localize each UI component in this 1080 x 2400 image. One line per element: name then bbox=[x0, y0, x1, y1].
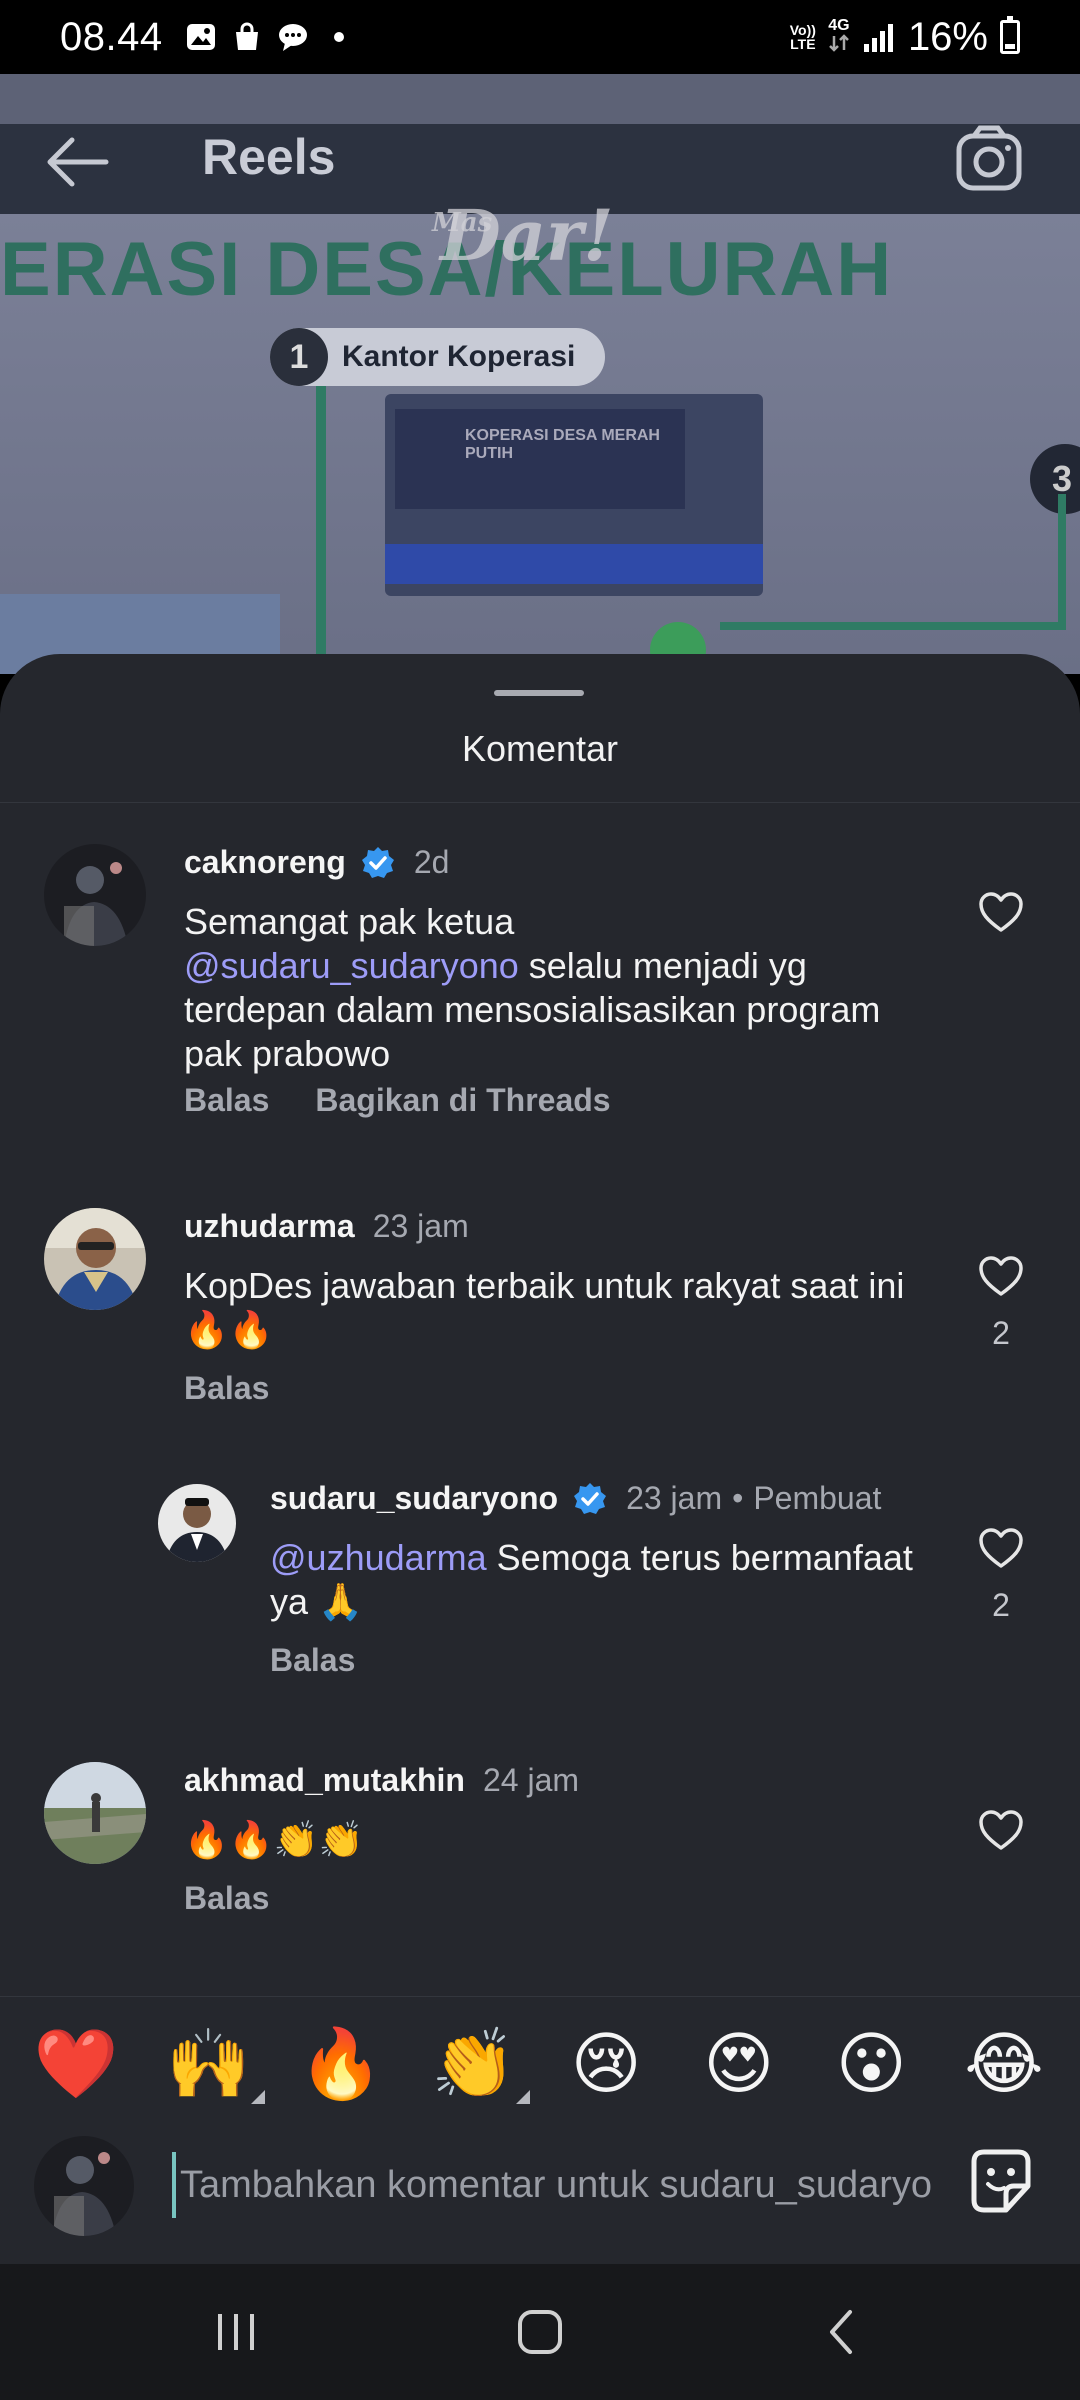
reaction-fire[interactable]: 🔥 bbox=[295, 2024, 387, 2104]
skin-tone-indicator bbox=[250, 2089, 265, 2104]
comment-time: 24 jam bbox=[482, 1762, 580, 1798]
comment-header: uzhudarma 23 jam bbox=[184, 1208, 469, 1245]
skin-tone-indicator bbox=[515, 2089, 530, 2104]
video-watermark: Mas Dar! bbox=[432, 194, 614, 277]
battery-percent: 16% bbox=[907, 14, 988, 59]
video-step-label: Kantor Koperasi bbox=[342, 340, 576, 373]
status-time: 08.44 bbox=[60, 14, 163, 59]
like-button[interactable] bbox=[977, 890, 1025, 939]
like-button[interactable] bbox=[977, 1808, 1025, 1857]
comment-text: KopDes jawaban terbaik untuk rakyat saat… bbox=[184, 1265, 905, 1350]
comment-username[interactable]: uzhudarma bbox=[184, 1208, 355, 1245]
reaction-heart[interactable]: ❤️ bbox=[30, 2024, 122, 2104]
comment-username[interactable]: sudaru_sudaryono bbox=[270, 1480, 558, 1517]
avatar[interactable] bbox=[44, 844, 146, 946]
divider bbox=[0, 802, 1080, 803]
comment-header: sudaru_sudaryono 23 jam • Pembuat bbox=[270, 1480, 881, 1517]
mention-link[interactable]: @uzhudarma bbox=[270, 1537, 487, 1578]
gallery-notification-icon bbox=[186, 24, 215, 50]
video-line bbox=[1058, 494, 1066, 630]
network-type-icon: 4G bbox=[828, 17, 850, 57]
avatar[interactable] bbox=[44, 1208, 146, 1310]
shopping-bag-icon bbox=[235, 22, 258, 50]
volte-icon: Vo)) LTE bbox=[789, 22, 816, 52]
reaction-heart-eyes[interactable]: 😍 bbox=[693, 2024, 785, 2104]
reply-button[interactable]: Balas bbox=[184, 1370, 269, 1407]
comment-actions: Balas bbox=[270, 1642, 355, 1679]
more-notifications-dot-icon bbox=[333, 32, 344, 42]
creator-label: Pembuat bbox=[753, 1480, 882, 1516]
sheet-drag-handle[interactable] bbox=[494, 690, 584, 696]
share-threads-button[interactable]: Bagikan di Threads bbox=[315, 1082, 610, 1119]
video-line bbox=[720, 622, 1060, 630]
sticker-icon[interactable] bbox=[966, 2146, 1036, 2216]
heart-outline-icon bbox=[979, 1528, 1023, 1568]
reels-header: Reels bbox=[0, 120, 1080, 204]
video-step-number: 1 bbox=[270, 328, 328, 386]
reply-button[interactable]: Balas bbox=[184, 1082, 269, 1119]
reply-button[interactable]: Balas bbox=[184, 1880, 269, 1917]
comment-header: caknoreng 2d bbox=[184, 844, 449, 881]
comment-actions: Balas bbox=[184, 1370, 269, 1407]
comment-username[interactable]: akhmad_mutakhin bbox=[184, 1762, 465, 1799]
page-title: Reels bbox=[202, 129, 336, 185]
status-bar: 08.44 Vo)) LTE 4G 16% bbox=[0, 0, 1080, 74]
video-store-sign: KOPERASI DESA MERAH PUTIH bbox=[395, 409, 685, 509]
comment-time: 2d bbox=[413, 844, 450, 880]
comment-actions: Balas Bagikan di Threads bbox=[184, 1082, 611, 1119]
reaction-raised-hands[interactable]: 🙌 bbox=[163, 2024, 265, 2104]
comment-text: Semangat pak ketua @sudaru_sudaryono sel… bbox=[184, 901, 881, 1074]
comment-actions: Balas bbox=[184, 1880, 269, 1917]
reaction-crying[interactable]: 😢 bbox=[560, 2024, 652, 2104]
like-count: 2 bbox=[992, 1587, 1010, 1623]
camera-icon[interactable] bbox=[954, 124, 1024, 194]
home-icon[interactable] bbox=[500, 2302, 580, 2362]
heart-outline-icon bbox=[979, 1810, 1023, 1850]
notification-icons bbox=[185, 21, 355, 53]
comment-username[interactable]: caknoreng bbox=[184, 844, 346, 881]
heart-outline-icon bbox=[979, 892, 1023, 932]
reaction-laughing[interactable]: 😂 bbox=[958, 2024, 1050, 2104]
separator: • bbox=[732, 1480, 744, 1516]
avatar[interactable] bbox=[158, 1484, 236, 1562]
avatar bbox=[34, 2136, 134, 2236]
signal-strength-icon bbox=[863, 24, 893, 52]
comment-input-row bbox=[0, 2130, 1080, 2264]
video-store-stripe bbox=[385, 544, 763, 584]
nav-back-icon[interactable] bbox=[804, 2302, 884, 2362]
system-nav-bar bbox=[0, 2264, 1080, 2400]
comment-time: 23 jam bbox=[626, 1480, 723, 1516]
comment-time: 23 jam bbox=[372, 1208, 469, 1244]
video-line bbox=[316, 374, 326, 674]
mention-link[interactable]: @sudaru_sudaryono bbox=[184, 945, 519, 986]
reaction-clap[interactable]: 👏 bbox=[428, 2024, 530, 2104]
like-button[interactable]: 2 bbox=[977, 1254, 1025, 1352]
comment-text: @uzhudarma Semoga terus bermanfaat ya 🙏 bbox=[270, 1537, 913, 1622]
reply-button[interactable]: Balas bbox=[270, 1642, 355, 1679]
quick-reactions-bar: ❤️ 🙌 🔥 👏 😢 😍 😮 😂 bbox=[0, 1996, 1080, 2130]
comment-header: akhmad_mutakhin 24 jam bbox=[184, 1762, 579, 1799]
status-right: Vo)) LTE 4G 16% bbox=[790, 15, 1020, 60]
verified-badge-icon bbox=[361, 846, 394, 878]
back-arrow-icon[interactable] bbox=[44, 130, 112, 194]
battery-icon bbox=[1000, 16, 1020, 54]
chat-notification-icon bbox=[278, 24, 307, 51]
comment-text: 🔥🔥👏👏 bbox=[184, 1819, 364, 1860]
reaction-surprised[interactable]: 😮 bbox=[825, 2024, 917, 2104]
avatar[interactable] bbox=[44, 1762, 146, 1864]
heart-outline-icon bbox=[979, 1256, 1023, 1296]
verified-badge-icon bbox=[574, 1482, 607, 1514]
like-count: 2 bbox=[992, 1315, 1010, 1351]
comment-input[interactable] bbox=[172, 2152, 934, 2218]
like-button[interactable]: 2 bbox=[977, 1526, 1025, 1624]
sheet-title: Komentar bbox=[461, 728, 619, 769]
recent-apps-icon[interactable] bbox=[196, 2302, 276, 2362]
video-step-badge: 1 Kantor Koperasi bbox=[270, 328, 606, 386]
